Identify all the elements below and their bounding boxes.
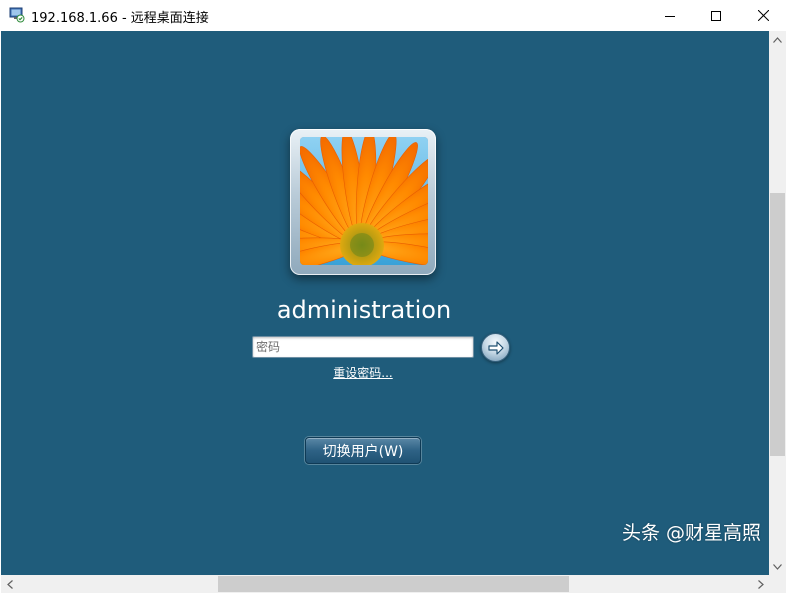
chevron-down-icon: [773, 563, 782, 570]
watermark-text: 头条 @财星高照: [622, 522, 762, 544]
username-label: administration: [276, 296, 452, 324]
horizontal-scrollbar[interactable]: [1, 575, 769, 593]
close-button[interactable]: [740, 0, 786, 31]
title-bar[interactable]: 192.168.1.66 - 远程桌面连接: [0, 0, 786, 31]
maximize-button[interactable]: [693, 0, 739, 31]
scroll-down-button[interactable]: [769, 558, 786, 575]
maximize-icon: [711, 10, 721, 21]
remote-desktop-icon[interactable]: [9, 7, 25, 23]
scroll-left-button[interactable]: [1, 575, 18, 593]
orange-flower-image: [300, 137, 428, 265]
scrollbar-corner: [769, 575, 786, 593]
chevron-left-icon: [6, 579, 13, 589]
password-field[interactable]: [252, 336, 474, 358]
arrow-right-icon: [487, 340, 504, 355]
minimize-icon: [665, 15, 675, 17]
chevron-right-icon: [757, 579, 764, 589]
close-icon: [757, 10, 769, 21]
vertical-scroll-thumb[interactable]: [770, 193, 785, 456]
remote-desktop-window: 192.168.1.66 - 远程桌面连接 administration 重设密…: [0, 0, 786, 593]
reset-password-link[interactable]: 重设密码...: [300, 364, 426, 381]
horizontal-scroll-thumb[interactable]: [218, 576, 569, 592]
user-avatar-frame: [290, 129, 436, 275]
window-title: 192.168.1.66 - 远程桌面连接: [31, 11, 209, 26]
user-avatar: [300, 137, 428, 265]
minimize-button[interactable]: [647, 0, 693, 31]
scroll-right-button[interactable]: [752, 575, 769, 593]
vertical-scrollbar[interactable]: [769, 31, 786, 575]
chevron-up-icon: [773, 36, 782, 43]
scroll-up-button[interactable]: [769, 31, 786, 48]
submit-login-button[interactable]: [481, 333, 510, 362]
switch-user-button[interactable]: 切换用户(W): [305, 437, 421, 464]
